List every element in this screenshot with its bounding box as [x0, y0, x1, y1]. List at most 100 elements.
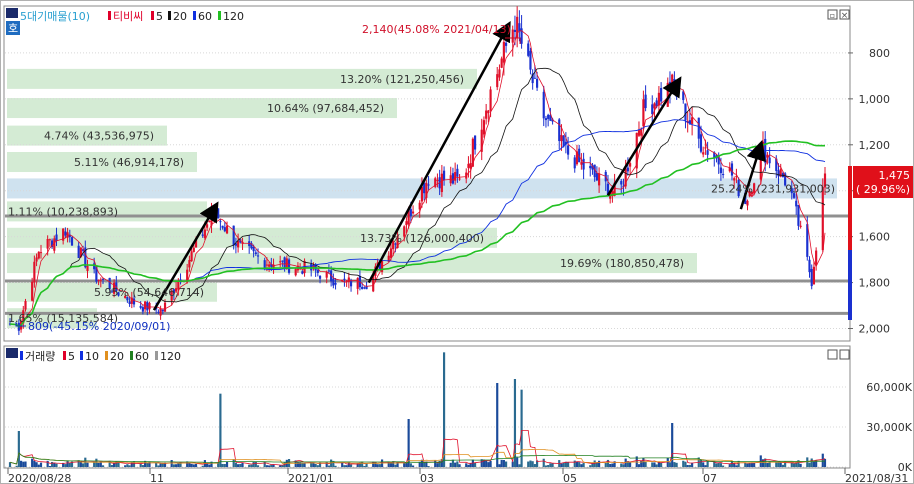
volume-bar — [254, 461, 257, 467]
candle-body — [128, 301, 131, 305]
volume-bar — [434, 460, 437, 467]
candle-body — [567, 145, 570, 155]
candle-body — [363, 287, 366, 289]
volume-bar — [113, 463, 116, 467]
candle-body — [722, 174, 725, 176]
volume-bar — [66, 460, 69, 467]
volume-bar — [704, 465, 707, 467]
candle-body — [223, 227, 226, 232]
candle-body — [93, 263, 96, 270]
candle-body — [810, 268, 813, 287]
candle-body — [513, 29, 517, 32]
volume-restore-button[interactable] — [827, 349, 838, 360]
volume-bar — [458, 464, 461, 467]
volume-legend-label: 거래량 — [25, 350, 55, 363]
candle-body — [637, 130, 641, 136]
candle-body — [691, 117, 694, 124]
legend-label: 20 — [173, 10, 187, 23]
candle-body — [217, 208, 220, 219]
candle-body — [46, 239, 49, 249]
volume-close-button[interactable] — [839, 349, 850, 360]
volume-bar — [766, 463, 769, 467]
volume-menu-icon[interactable] — [6, 348, 18, 358]
candle-body — [640, 129, 643, 136]
candle-body — [706, 150, 709, 155]
candle-body — [482, 120, 486, 135]
volume-bar — [256, 465, 260, 467]
candle-body — [436, 179, 439, 181]
restore-icon: ▫ — [830, 11, 835, 20]
volume-bar — [551, 463, 554, 467]
volume-bar — [502, 459, 505, 467]
candle-body — [456, 168, 459, 177]
volume-bar — [53, 462, 56, 467]
volume-bar — [666, 457, 669, 467]
volume-bar — [644, 461, 647, 467]
candle-body — [644, 94, 647, 109]
legend-swatch — [218, 11, 221, 20]
volume-bar — [101, 465, 105, 467]
volume-bar — [682, 460, 685, 467]
stock-chart: 13.20% (121,250,456) 10.64% (97,684,452) 4… — [0, 0, 914, 484]
candle-body — [815, 250, 818, 265]
panel-menu-icon[interactable] — [6, 8, 18, 18]
volume-bar — [19, 460, 23, 467]
volume-bar — [161, 463, 164, 467]
candle-body — [39, 252, 43, 254]
volume-bar — [427, 466, 430, 467]
candle-body — [498, 69, 501, 78]
volume-bar — [363, 465, 366, 467]
volume-bar — [194, 463, 198, 467]
candle-body — [268, 264, 271, 267]
indicator-title: 5대기매물(10) — [20, 10, 90, 23]
volume-bar — [598, 460, 601, 467]
volume-bar — [241, 462, 244, 467]
price-legend: 티비씨 5 20 60 120 — [108, 10, 244, 23]
candle-body — [558, 119, 561, 142]
candle-body — [719, 167, 722, 174]
volume-bar — [673, 462, 676, 467]
volume-legend-label: 20 — [110, 350, 124, 363]
candle-body — [573, 157, 576, 169]
supply-band-label: 25.24% (231,931,003) — [711, 182, 835, 195]
candle-body — [294, 268, 297, 276]
legend-label: 티비씨 — [113, 10, 143, 23]
price-tick-label: 1,200 — [859, 139, 891, 152]
candle-body — [33, 261, 36, 283]
volume-bar — [487, 462, 490, 467]
candle-body — [283, 257, 286, 269]
volume-bar — [578, 462, 581, 467]
volume-bar — [223, 463, 226, 467]
volume-bar — [248, 464, 251, 467]
volume-bar — [810, 458, 813, 467]
candle-body — [536, 78, 539, 88]
close-icon: × — [841, 11, 849, 21]
candle-body — [529, 50, 532, 70]
volume-bar — [411, 465, 415, 467]
volume-bar — [281, 465, 284, 467]
volume-bar — [139, 463, 142, 467]
date-tick-label: 03 — [420, 472, 434, 484]
volume-legend-label: 60 — [135, 350, 149, 363]
date-tick-label: 2021/01 — [288, 472, 334, 484]
volume-bar — [170, 460, 173, 467]
volume-bar — [155, 462, 158, 467]
candle-body — [411, 211, 415, 214]
volume-bar — [544, 465, 548, 467]
candle-body — [70, 237, 74, 246]
volume-bar — [172, 464, 175, 467]
candle-body — [502, 41, 505, 63]
candle-body — [24, 301, 27, 310]
legend-label: 5 — [156, 10, 163, 23]
candle-body — [620, 181, 623, 185]
candle-body — [582, 158, 585, 170]
volume-bar — [775, 462, 778, 467]
volume-bar — [265, 465, 268, 467]
volume-bar — [270, 464, 273, 467]
date-tick-label: 2020/08/28 — [8, 472, 71, 484]
candle-body — [458, 178, 461, 180]
legend-swatch — [151, 11, 154, 20]
candle-body — [219, 221, 222, 223]
volume-bar — [279, 465, 282, 467]
candle-body — [225, 225, 229, 234]
